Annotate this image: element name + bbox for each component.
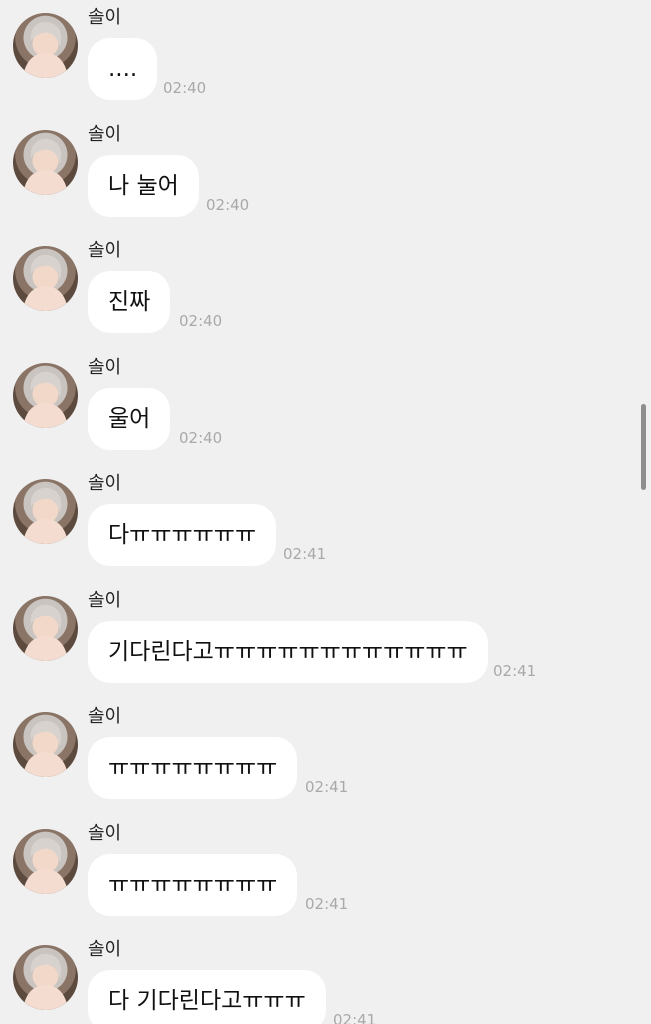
message-bubble[interactable]: 진짜 <box>88 271 171 333</box>
sender-name: 솔이 <box>88 939 122 960</box>
message-bubble[interactable]: ㅠㅠㅠㅠㅠㅠㅠㅠ <box>88 854 298 916</box>
avatar[interactable] <box>13 829 78 894</box>
message-time: 02:41 <box>305 895 349 913</box>
sender-name: 솔이 <box>88 357 122 378</box>
avatar[interactable] <box>13 479 78 544</box>
message-time: 02:40 <box>163 79 207 97</box>
chat-message: 솔이 ㅠㅠㅠㅠㅠㅠㅠㅠ 02:41 <box>0 816 640 932</box>
chat-message: 솔이 울어 02:40 <box>0 350 640 466</box>
message-time: 02:41 <box>283 545 327 563</box>
sender-name: 솔이 <box>88 706 122 727</box>
chat-message: 솔이 ㅠㅠㅠㅠㅠㅠㅠㅠ 02:41 <box>0 699 640 815</box>
sender-name: 솔이 <box>88 473 122 494</box>
avatar[interactable] <box>13 130 78 195</box>
chat-message: 솔이 다ㅠㅠㅠㅠㅠㅠ 02:41 <box>0 466 640 582</box>
chat-message: 솔이 기다린다고ㅠㅠㅠㅠㅠㅠㅠㅠㅠㅠㅠㅠ 02:41 <box>0 583 640 699</box>
chat-message: 솔이 다 기다린다고ㅠㅠㅠ 02:41 <box>0 932 640 1024</box>
avatar[interactable] <box>13 246 78 311</box>
avatar[interactable] <box>13 596 78 661</box>
message-time: 02:40 <box>179 429 223 447</box>
chat-message: 솔이 나 눌어 02:40 <box>0 117 640 233</box>
message-bubble[interactable]: 나 눌어 <box>88 155 199 217</box>
message-bubble[interactable]: ㅠㅠㅠㅠㅠㅠㅠㅠ <box>88 737 298 799</box>
chat-message-list[interactable]: 솔이 .... 02:40 솔이 나 눌어 02:40 솔이 진짜 02:40 … <box>0 0 651 1024</box>
message-time: 02:41 <box>305 778 349 796</box>
message-bubble[interactable]: 기다린다고ㅠㅠㅠㅠㅠㅠㅠㅠㅠㅠㅠㅠ <box>88 621 488 683</box>
sender-name: 솔이 <box>88 590 122 611</box>
message-time: 02:41 <box>493 662 537 680</box>
avatar[interactable] <box>13 712 78 777</box>
message-bubble[interactable]: 울어 <box>88 388 171 450</box>
avatar[interactable] <box>13 945 78 1010</box>
chat-message: 솔이 진짜 02:40 <box>0 233 640 349</box>
avatar[interactable] <box>13 363 78 428</box>
sender-name: 솔이 <box>88 7 122 28</box>
chat-message: 솔이 .... 02:40 <box>0 0 640 116</box>
message-bubble[interactable]: .... <box>88 38 158 100</box>
message-bubble[interactable]: 다 기다린다고ㅠㅠㅠ <box>88 970 326 1024</box>
sender-name: 솔이 <box>88 823 122 844</box>
message-time: 02:40 <box>179 312 223 330</box>
vertical-scrollbar[interactable] <box>641 404 646 490</box>
sender-name: 솔이 <box>88 240 122 261</box>
message-time: 02:41 <box>333 1011 377 1024</box>
message-time: 02:40 <box>206 196 250 214</box>
avatar[interactable] <box>13 13 78 78</box>
message-bubble[interactable]: 다ㅠㅠㅠㅠㅠㅠ <box>88 504 277 566</box>
sender-name: 솔이 <box>88 124 122 145</box>
